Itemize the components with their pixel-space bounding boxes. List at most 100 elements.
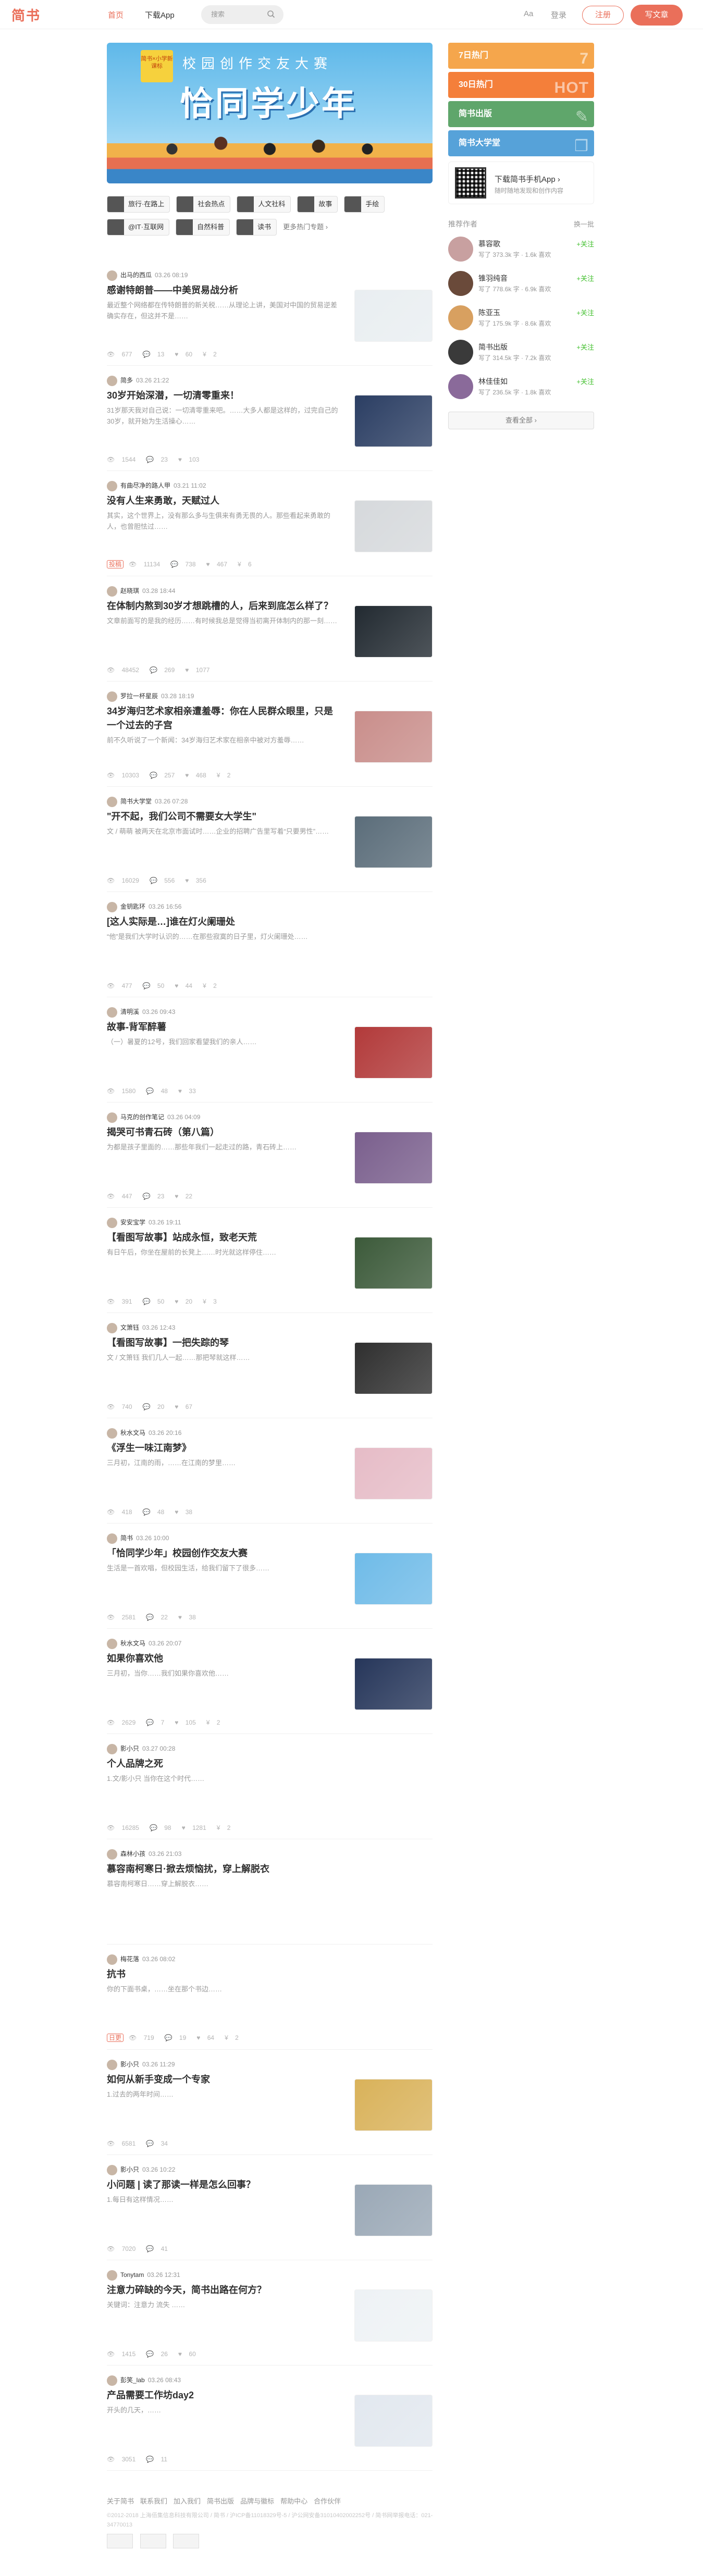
article-list-item[interactable]: 马克的创作笔记 03.26 04:09 揭哭可书青石砖（第八篇） 为都是孩子里面的……… bbox=[107, 1103, 433, 1208]
author-avatar[interactable] bbox=[107, 1217, 117, 1228]
author-avatar[interactable] bbox=[107, 1638, 117, 1649]
footer-link[interactable]: 品牌与徽标 bbox=[240, 2497, 274, 2505]
footer-link[interactable]: 帮助中心 bbox=[280, 2497, 307, 2505]
article-list-item[interactable]: 安安宝学 03.26 19:11 【看图写故事】站成永恒，致老天荒 有日午后，你坐在屋… bbox=[107, 1208, 433, 1313]
topic-chip[interactable]: 读书 bbox=[236, 219, 277, 236]
login-link[interactable]: 登录 bbox=[551, 9, 566, 20]
author-name[interactable]: 简多 bbox=[120, 377, 133, 384]
article-title[interactable]: 抗书 bbox=[107, 1967, 433, 1981]
article-thumbnail[interactable] bbox=[354, 1342, 433, 1394]
author-name[interactable]: Tonytam bbox=[120, 2271, 144, 2278]
article-title[interactable]: 在体制内熬到30岁才想跳槽的人，后来到底怎么样了？ bbox=[107, 599, 341, 613]
topic-chip[interactable]: 人文社科 bbox=[237, 196, 291, 213]
search-icon[interactable] bbox=[267, 10, 275, 18]
signup-button[interactable]: 注册 bbox=[582, 6, 624, 24]
follow-button[interactable]: +关注 bbox=[576, 342, 594, 352]
article-thumbnail[interactable] bbox=[354, 290, 433, 342]
author-name[interactable]: 影小只 bbox=[120, 2166, 139, 2173]
author-name[interactable]: 出马的西瓜 bbox=[120, 271, 152, 279]
author-avatar[interactable] bbox=[448, 340, 473, 365]
article-thumbnail[interactable] bbox=[354, 1237, 433, 1289]
author-avatar[interactable] bbox=[107, 1112, 117, 1123]
article-list-item[interactable]: 影小只 03.27 00:28 个人品牌之死 1.文/影小只 当你在这个时代…… 👁 1… bbox=[107, 1734, 433, 1839]
author-avatar[interactable] bbox=[448, 305, 473, 330]
nav-download-app-link[interactable]: 下载App bbox=[145, 9, 175, 20]
recommended-author[interactable]: 慕容歌 写了 373.3k 字 · 1.6k 喜欢 +关注 bbox=[448, 234, 594, 264]
certification-badge[interactable] bbox=[107, 2534, 133, 2548]
article-list-item[interactable]: 简多 03.26 21:22 30岁开始深潜，一切清零重来！ 31岁那天我对自己说：一… bbox=[107, 366, 433, 471]
recommended-author[interactable]: 陈亚玉 写了 175.9k 字 · 8.6k 喜欢 +关注 bbox=[448, 303, 594, 332]
article-list-item[interactable]: 梅花落 03.26 08:02 抗书 你的下面书桌，……坐在那个书边…… 日更 👁 719… bbox=[107, 1945, 433, 2050]
author-name[interactable]: 影小只 bbox=[120, 1745, 139, 1752]
article-title[interactable]: 个人品牌之死 bbox=[107, 1757, 433, 1771]
author-name[interactable]: 简书大学堂 bbox=[120, 798, 152, 805]
article-title[interactable]: 故事-背军醉薯 bbox=[107, 1020, 341, 1034]
article-title[interactable]: 感谢特朗普——中美贸易战分析 bbox=[107, 283, 341, 298]
article-thumbnail[interactable] bbox=[354, 1553, 433, 1605]
article-title[interactable]: 注意力碎缺的今天，简书出路在何方？ bbox=[107, 2283, 341, 2297]
author-name[interactable]: 罗拉一杯星辰 bbox=[120, 692, 158, 700]
author-name[interactable]: 慕容歌 bbox=[478, 239, 500, 249]
author-name[interactable]: 森林小孩 bbox=[120, 1850, 145, 1857]
author-avatar[interactable] bbox=[107, 796, 117, 807]
site-logo[interactable]: 简书 bbox=[11, 5, 41, 24]
footer-link[interactable]: 关于简书 bbox=[107, 2497, 134, 2505]
article-list-item[interactable]: 文箫钰 03.26 12:43 【看图写故事】一把失踪的琴文 / 文箫钰 我们几人一… bbox=[107, 1313, 433, 1418]
recommended-author[interactable]: 简书出版 写了 314.5k 字 · 7.2k 喜欢 +关注 bbox=[448, 338, 594, 367]
author-name[interactable]: 马克的创作笔记 bbox=[120, 1113, 164, 1121]
article-list-item[interactable]: 清明溪 03.26 09:43 故事-背军醉薯 （一）暑夏的12号，我们回家看望我们的… bbox=[107, 997, 433, 1103]
article-title[interactable]: 34岁海归艺术家相亲遭羞辱：你在人民群众眼里，只是一个过去的子宫 bbox=[107, 704, 341, 733]
author-avatar[interactable] bbox=[107, 691, 117, 702]
footer-link[interactable]: 联系我们 bbox=[140, 2497, 167, 2505]
author-avatar[interactable] bbox=[107, 1322, 117, 1333]
author-avatar[interactable] bbox=[107, 2375, 117, 2386]
article-title[interactable]: 小问题 | 读了那读一样是怎么回事？ bbox=[107, 2178, 341, 2192]
sidebar-board-link[interactable]: 简书大学堂 ❒ bbox=[448, 130, 594, 156]
article-thumbnail[interactable] bbox=[354, 2184, 433, 2236]
author-avatar[interactable] bbox=[107, 1533, 117, 1544]
article-thumbnail[interactable] bbox=[354, 1132, 433, 1184]
author-name[interactable]: 秋水文马 bbox=[120, 1640, 145, 1647]
author-name[interactable]: 有曲尽净的路人甲 bbox=[120, 482, 170, 489]
author-name[interactable]: 金钥匙环 bbox=[120, 903, 145, 910]
author-avatar[interactable] bbox=[107, 1849, 117, 1860]
article-title[interactable]: 如何从新手变成一个专家 bbox=[107, 2073, 341, 2087]
promo-banner[interactable]: 简书×小学新课标 校园创作交友大赛 恰同学少年 bbox=[107, 43, 433, 183]
write-article-button[interactable]: 写文章 bbox=[631, 5, 683, 26]
article-thumbnail[interactable] bbox=[354, 1026, 433, 1079]
topic-chip[interactable]: 手绘 bbox=[344, 196, 385, 213]
article-thumbnail[interactable] bbox=[354, 395, 433, 447]
article-thumbnail[interactable] bbox=[354, 1447, 433, 1500]
article-title[interactable]: 「恰同学少年」校园创作交友大赛 bbox=[107, 1546, 341, 1561]
author-name[interactable]: 锥羽纯音 bbox=[478, 273, 508, 283]
author-avatar[interactable] bbox=[107, 1428, 117, 1439]
article-list-item[interactable]: 金钥匙环 03.26 16:56 [这人实际是…]谁在灯火阑珊处 “他”是我们大学时认… bbox=[107, 892, 433, 997]
author-avatar[interactable] bbox=[107, 1954, 117, 1965]
article-title[interactable]: 揭哭可书青石砖（第八篇） bbox=[107, 1125, 341, 1140]
article-list-item[interactable]: 赵晓琪 03.28 18:44 在体制内熬到30岁才想跳槽的人，后来到底怎么样了？ 文… bbox=[107, 576, 433, 682]
topic-chip[interactable]: 自然科普 bbox=[176, 219, 230, 236]
nav-home-link[interactable]: 首页 bbox=[108, 9, 124, 20]
see-all-authors-button[interactable]: 查看全部 › bbox=[448, 412, 594, 429]
author-name[interactable]: 影小只 bbox=[120, 2061, 139, 2068]
certification-badge[interactable] bbox=[140, 2534, 166, 2548]
article-list-item[interactable]: 秋水文马 03.26 20:07 如果你喜欢他 三月初，当你……我们如果你喜欢他…… 👁… bbox=[107, 1629, 433, 1734]
author-avatar[interactable] bbox=[107, 375, 117, 386]
recommended-author[interactable]: 锥羽纯音 写了 778.6k 字 · 6.9k 喜欢 +关注 bbox=[448, 269, 594, 298]
recommended-author[interactable]: 林佳佳如 写了 236.5k 字 · 1.8k 喜欢 +关注 bbox=[448, 372, 594, 401]
article-title[interactable]: 【看图写故事】一把失踪的琴 bbox=[107, 1336, 341, 1350]
topic-chip[interactable]: 旅行·在路上 bbox=[107, 196, 170, 213]
author-name[interactable]: 秋水文马 bbox=[120, 1429, 145, 1436]
author-name[interactable]: 赵晓琪 bbox=[120, 587, 139, 595]
author-name[interactable]: 林佳佳如 bbox=[478, 376, 508, 387]
article-list-item[interactable]: 出马的西瓜 03.26 08:19 感谢特朗普——中美贸易战分析 最近整个网络都在传特… bbox=[107, 261, 433, 366]
article-title[interactable]: 如果你喜欢他 bbox=[107, 1652, 341, 1666]
article-list-item[interactable]: Tonytam 03.26 12:31 注意力碎缺的今天，简书出路在何方？ 关键词：注… bbox=[107, 2260, 433, 2366]
follow-button[interactable]: +关注 bbox=[576, 239, 594, 249]
article-thumbnail[interactable] bbox=[354, 2289, 433, 2342]
font-size-toggle[interactable]: Aa bbox=[524, 9, 533, 18]
article-list-item[interactable]: 彭笑_lab 03.26 08:43 产品需要工作坊day2 开头的几天，…… 👁 30… bbox=[107, 2366, 433, 2471]
sidebar-board-link[interactable]: 30日热门 HOT bbox=[448, 72, 594, 98]
author-avatar[interactable] bbox=[107, 2270, 117, 2281]
author-name[interactable]: 文箫钰 bbox=[120, 1324, 139, 1331]
